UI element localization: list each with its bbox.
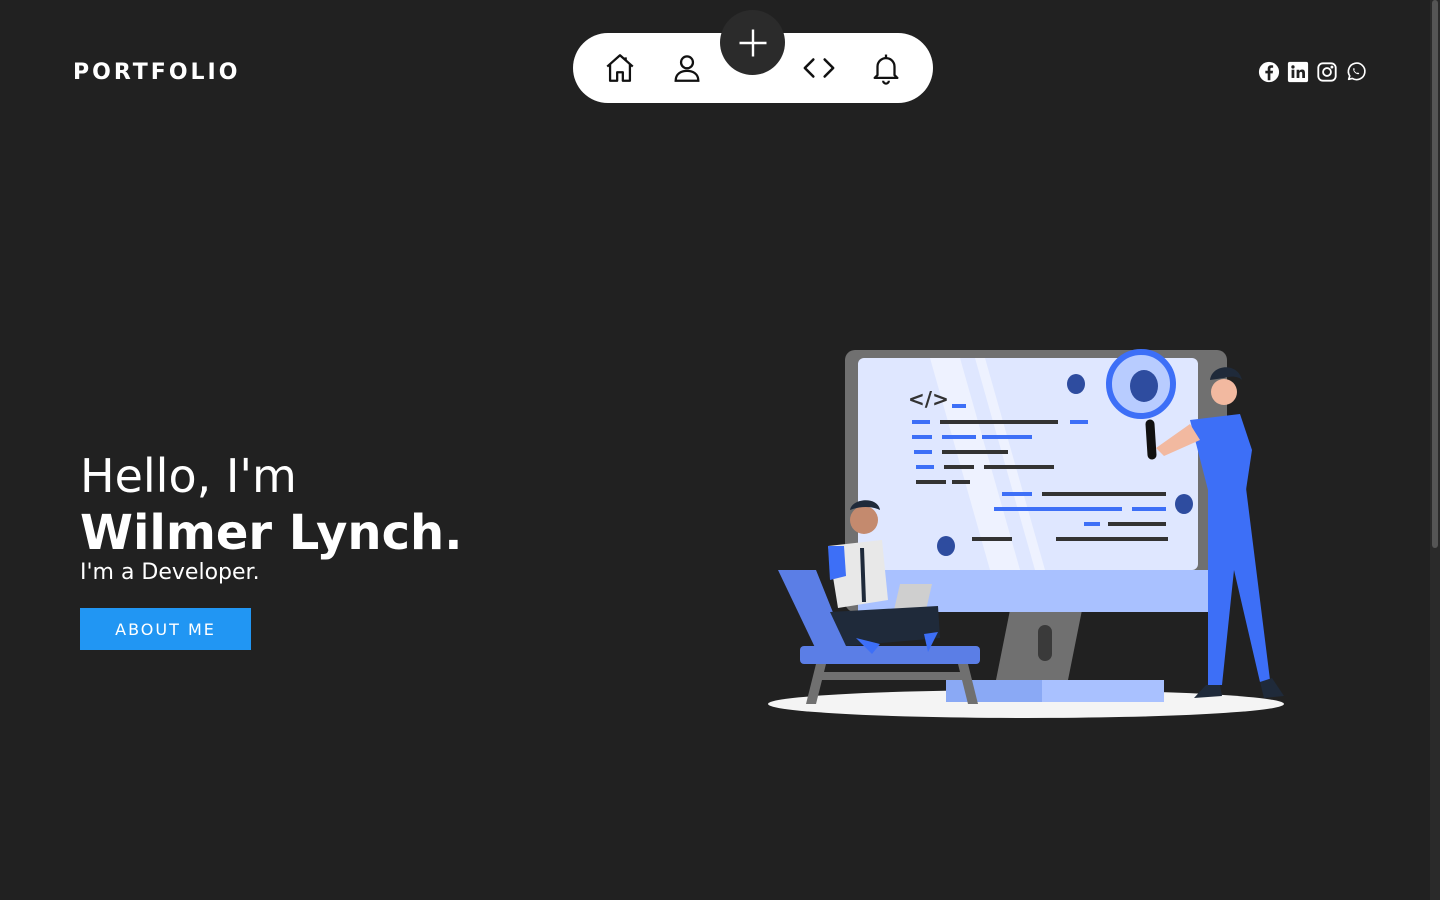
linkedin-icon[interactable] bbox=[1287, 61, 1309, 83]
code-tag: </> bbox=[908, 387, 949, 411]
plus-icon bbox=[739, 29, 766, 56]
scrollbar-thumb[interactable] bbox=[1432, 0, 1438, 548]
user-icon[interactable] bbox=[669, 50, 705, 86]
code-icon[interactable] bbox=[801, 50, 837, 86]
social-links bbox=[1258, 61, 1367, 83]
instagram-icon[interactable] bbox=[1316, 61, 1338, 83]
hero-section: Hello, I'm Wilmer Lynch. I'm a Developer… bbox=[80, 448, 462, 650]
home-icon[interactable] bbox=[602, 50, 638, 86]
bell-icon[interactable] bbox=[868, 50, 904, 86]
developer-debugging-illustration: </> bbox=[768, 349, 1284, 718]
hero-greeting: Hello, I'm bbox=[80, 449, 297, 503]
hero-name: Wilmer Lynch. bbox=[80, 505, 463, 561]
add-button[interactable] bbox=[720, 10, 785, 75]
brand-logo[interactable]: PORTFOLIO bbox=[73, 60, 240, 85]
about-me-button[interactable]: ABOUT ME bbox=[80, 608, 251, 650]
hero-role: I'm a Developer. bbox=[80, 560, 260, 585]
whatsapp-icon[interactable] bbox=[1345, 61, 1367, 83]
scrollbar[interactable] bbox=[1430, 0, 1440, 900]
facebook-icon[interactable] bbox=[1258, 61, 1280, 83]
